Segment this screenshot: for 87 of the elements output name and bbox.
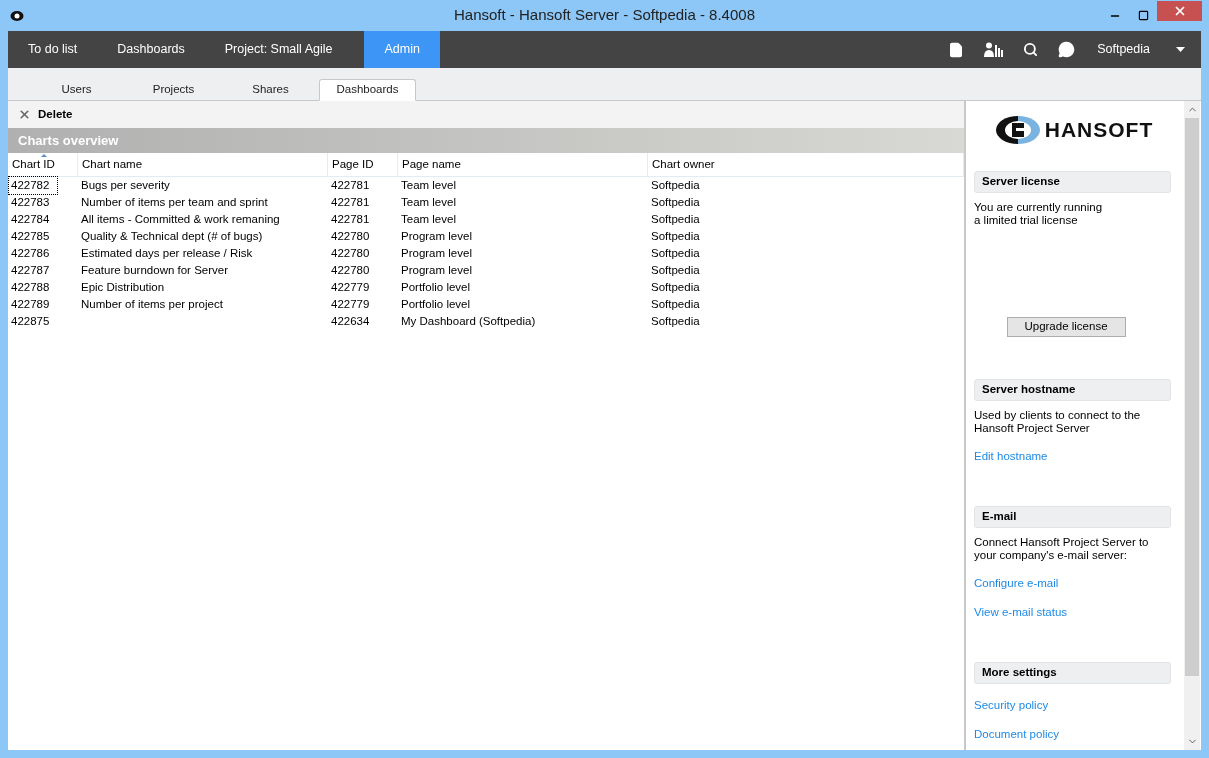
table-cell-text: Program level [401,228,472,244]
logo-wordmark: HANSOFT [1044,117,1154,144]
tab[interactable]: Dashboards [319,79,416,101]
table-cell-text: Estimated days per release / Risk [81,245,253,261]
delete-icon [18,108,31,121]
table-cell-text: My Dashboard (Softpedia) [401,313,536,329]
table-cell-text: Softpedia [651,228,700,244]
table-cell-text: 422788 [11,279,50,295]
table-cell-text: Quality & Technical dept (# of bugs) [81,228,263,244]
table-cell-text: Epic Distribution [81,279,165,295]
column-header[interactable]: Chart owner [648,153,964,176]
info-text: You are currently running [974,201,1104,214]
user-name[interactable]: Softpedia [1097,40,1150,59]
settings-link[interactable]: Edit hostname [974,448,1048,464]
table-cell-text: Team level [401,194,456,210]
table-cell-text: 422780 [331,228,370,244]
table-cell-text: Program level [401,262,472,278]
table-cell-text: Feature burndown for Server [81,262,229,278]
column-header[interactable]: Chart name [78,153,328,176]
table-cell-text: Softpedia [651,245,700,261]
table-cell-text: Team level [401,177,456,193]
search-icon[interactable] [1023,42,1039,57]
table-cell-text: 422786 [11,245,50,261]
column-header[interactable]: Chart ID [8,153,78,176]
app-icon [10,9,24,22]
column-header[interactable]: Page ID [328,153,398,176]
nav-tab[interactable]: Dashboards [101,31,201,68]
table-cell-text: 422780 [331,245,370,261]
info-text: a limited trial license [974,214,1079,227]
table-cell: 422782 [9,176,58,195]
column-header[interactable]: Page name [398,153,648,176]
info-text: Connect Hansoft Project Server to [974,536,1150,549]
tab[interactable]: Users [28,79,125,101]
table-cell-text: 422781 [331,211,370,227]
tab[interactable]: Projects [125,79,222,101]
users-chart-icon[interactable] [984,42,1004,57]
info-text: Used by clients to connect to the [974,409,1142,422]
table-cell-text: 422634 [331,313,370,329]
table-cell-text: Softpedia [651,211,700,227]
table-cell-text: Portfolio level [401,279,471,295]
panel-heading: Server license [974,171,1171,193]
table-cell-text: Number of items per team and sprint [81,194,268,210]
table-cell-text: 422779 [331,279,370,295]
logo-icon [994,115,1041,145]
settings-link[interactable]: Configure e-mail [974,575,1059,591]
table-cell-text: 422783 [11,194,50,210]
table-cell-text: Number of items per project [81,296,223,312]
table-cell-text: All items - Committed & work remaning [81,211,280,227]
table-cell-text: 422784 [11,211,50,227]
panel-heading: More settings [974,662,1171,684]
table-cell-text: 422779 [331,296,370,312]
delete-button[interactable]: Delete [18,105,73,124]
settings-link[interactable]: View e-mail status [974,604,1068,620]
table-cell-text: 422787 [11,262,50,278]
scrollbar[interactable] [1184,101,1200,750]
settings-link[interactable]: Security policy [974,697,1049,713]
table-cell-text: Team level [401,211,456,227]
table-cell-text: Softpedia [651,313,700,329]
section-header: Charts overview [8,128,964,153]
table-cell-text: Softpedia [651,279,700,295]
table-cell-text: Softpedia [651,177,700,193]
table-cell-text: 422781 [331,177,370,193]
table-cell-text: Softpedia [651,262,700,278]
table-cell-text: Softpedia [651,194,700,210]
table-cell-text: 422781 [331,194,370,210]
dropdown-caret-icon[interactable] [1176,47,1185,52]
maximize-icon [1137,10,1149,21]
document-icon[interactable] [948,41,965,58]
info-text: your company's e-mail server: [974,549,1129,562]
table-cell-text: 422875 [11,313,50,329]
table-cell-text: 422785 [11,228,50,244]
panel-heading: E-mail [974,506,1171,528]
table-cell-text: Portfolio level [401,296,471,312]
info-text: Hansoft Project Server [974,422,1091,435]
settings-link[interactable]: Document policy [974,726,1059,742]
chat-icon[interactable] [1058,41,1076,58]
table-cell-text: Program level [401,245,472,261]
table-cell-text: Bugs per severity [81,177,170,193]
table-cell-text: 422789 [11,296,50,312]
panel-heading: Server hostname [974,379,1171,401]
tab[interactable]: Shares [222,79,319,101]
table-cell-text: 422780 [331,262,370,278]
nav-tab[interactable]: To do list [12,31,94,68]
window-title: Hansoft - Hansoft Server - Softpedia - 8.4008 [453,5,756,26]
nav-tab[interactable]: Project: Small Agile [208,31,349,68]
table-cell-text: Softpedia [651,296,700,312]
upgrade-button[interactable]: Upgrade license [1006,317,1126,337]
